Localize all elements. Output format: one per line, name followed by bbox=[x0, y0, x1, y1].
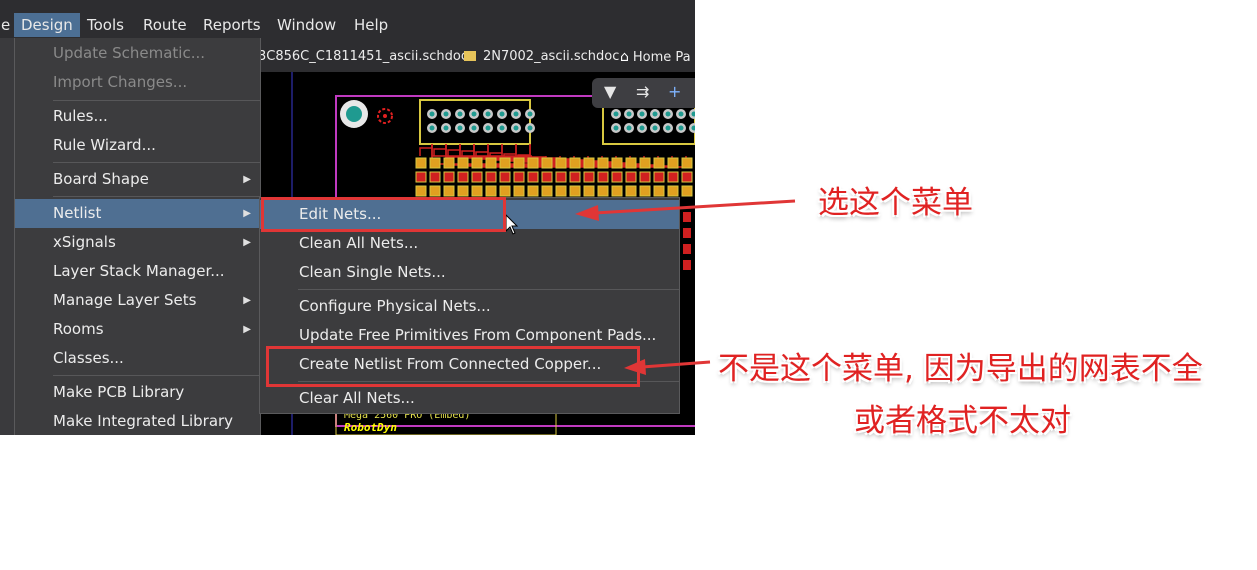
callout-select-this-menu: 选这个菜单 bbox=[818, 185, 973, 221]
callout-reason: 或者格式不太对 bbox=[854, 403, 1071, 439]
annotation-arrows bbox=[575, 199, 796, 375]
callout-not-this-menu: 不是这个菜单, 因为导出的网表不全 bbox=[718, 351, 1203, 387]
